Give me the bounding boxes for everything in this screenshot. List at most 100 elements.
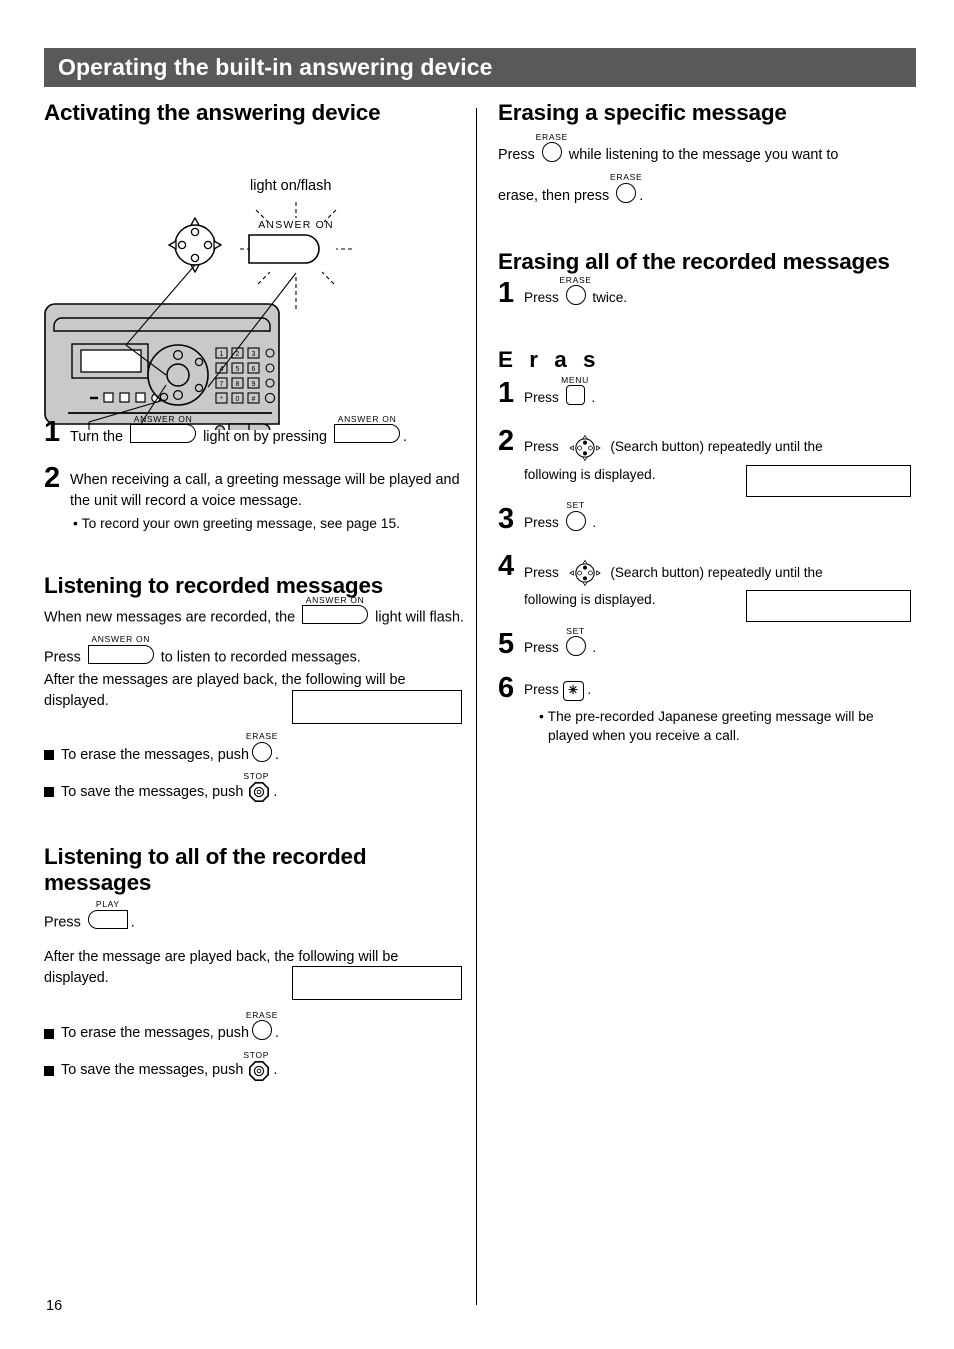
- press-label: Press: [524, 289, 559, 305]
- step-eras-4: 4 Press (Search button) repeatedly until…: [498, 552, 916, 610]
- listening-line2-before: Press: [44, 649, 81, 666]
- play-button-glyph[interactable]: PLAY: [87, 900, 128, 936]
- answer-on-caption-2: ANSWER ON: [337, 413, 397, 424]
- step-bullet: • To record your own greeting message, s…: [73, 515, 400, 531]
- page-title-bar: Operating the built-in answering device: [44, 48, 916, 87]
- set-caption: SET: [566, 500, 585, 511]
- svg-text:1: 1: [220, 351, 224, 358]
- svg-text:6: 6: [252, 366, 256, 373]
- listening-intro: When new messages are recorded, the ANSW…: [44, 595, 464, 631]
- erasing-specific-line1: Press ERASE while listening to the messa…: [498, 132, 916, 169]
- bullet-text: The pre-recorded Japanese greeting messa…: [547, 708, 874, 743]
- heading-erasing-specific-message: Erasing a specific message: [498, 100, 787, 125]
- step-text-after: (Search button) repeatedly until the: [610, 439, 823, 455]
- set-button-glyph[interactable]: SET: [565, 500, 586, 537]
- square-bullet-icon: [44, 787, 54, 798]
- line1-after: while listening to the message you want …: [568, 147, 839, 164]
- press-label: Press: [524, 640, 559, 656]
- search-button-icon[interactable]: [565, 433, 605, 463]
- step-text-line2: following is displayed.: [524, 466, 656, 482]
- set-circle: [565, 510, 586, 531]
- step-text: Press (Search button) repeatedly until t…: [524, 434, 916, 484]
- set-circle: [565, 635, 586, 656]
- answer-on-caption-2: ANSWER ON: [91, 634, 151, 645]
- step-text: Press MENU .: [524, 375, 595, 406]
- erase-circle: [565, 285, 586, 306]
- square-bullet-icon: [44, 750, 54, 761]
- step-text-line2: following is displayed.: [524, 592, 656, 608]
- heading-erasing-all-recorded-messages: Erasing all of the recorded messages: [498, 249, 890, 275]
- press-label: Press: [524, 564, 559, 580]
- bullet-text: To record your own greeting message, see…: [81, 515, 400, 531]
- answer-on-button-glyph-2[interactable]: ANSWER ON: [334, 414, 401, 450]
- search-button-icon[interactable]: [565, 558, 605, 588]
- erase-button-glyph[interactable]: ERASE: [536, 132, 567, 169]
- note-text: To erase the messages, push: [61, 746, 249, 763]
- answer-on-pill: [302, 605, 369, 625]
- listening-press: Press ANSWER ON to listen to recorded me…: [44, 635, 464, 671]
- page-number: 16: [46, 1298, 63, 1314]
- step-text: Press SET .: [524, 500, 597, 531]
- erase-circle: [251, 741, 272, 762]
- erase-caption: ERASE: [535, 131, 568, 142]
- step-number: 1: [498, 277, 515, 310]
- erase-button-glyph-2[interactable]: ERASE: [610, 172, 642, 210]
- answer-on-button-glyph[interactable]: ANSWER ON: [130, 414, 197, 450]
- step-erasing-all-1: 1 Press ERASE twice.: [498, 275, 916, 311]
- answer-on-pill-2: [87, 644, 154, 664]
- press-label: Press: [524, 439, 559, 455]
- svg-text:7: 7: [220, 381, 224, 388]
- svg-text:0: 0: [236, 396, 240, 403]
- step-text-after: .: [592, 515, 597, 531]
- step-eras-2: 2 Press (Search button) repeatedly until…: [498, 426, 916, 485]
- heading-activating-answering-device: Activating the answering device: [44, 100, 381, 125]
- erase-circle-2: [616, 182, 637, 203]
- listening-line1-after: light will flash.: [375, 609, 464, 626]
- answer-on-button-glyph-2[interactable]: ANSWER ON: [87, 635, 154, 671]
- star-key-glyph[interactable]: ✳: [562, 680, 584, 701]
- step-number: 1: [44, 416, 61, 449]
- answer-on-pill-2: [334, 424, 401, 444]
- svg-text:5: 5: [236, 366, 240, 373]
- step-text-before: Turn the: [70, 428, 124, 445]
- step-text-after: .: [587, 681, 592, 697]
- stop-button-glyph[interactable]: STOP: [243, 771, 270, 803]
- column-divider: [476, 108, 477, 1305]
- step-eras-3: 3 Press SET .: [498, 500, 916, 537]
- press-label: Press: [524, 389, 559, 405]
- heading-listening-to-all-recorded-messages: Listening to all of the recorded message…: [44, 843, 367, 895]
- step-text: Turn the ANSWER ON light on by pressing …: [70, 414, 407, 445]
- note-erase-messages-all: To erase the messages, push ERASE .: [44, 1010, 464, 1048]
- listening-line1-before: When new messages are recorded, the: [44, 609, 296, 626]
- menu-button-glyph[interactable]: MENU: [561, 375, 588, 411]
- press-label: Press: [44, 914, 81, 931]
- step-eras-1: 1 Press MENU .: [498, 375, 916, 411]
- step-number: 4: [498, 550, 515, 583]
- step-number: 2: [44, 461, 61, 494]
- step-eras-6: 6 Press ✳ . • The pre-recorded Japanese …: [498, 673, 916, 746]
- answer-on-caption: ANSWER ON: [133, 413, 193, 424]
- step-text-after: twice.: [592, 289, 628, 305]
- display-box-recorded-messages: [292, 689, 462, 724]
- stop-button-glyph[interactable]: STOP: [243, 1050, 270, 1082]
- step-text: Press ERASE twice.: [524, 275, 628, 306]
- step-text: When receiving a call, a greeting messag…: [70, 471, 460, 509]
- answer-on-button-glyph[interactable]: ANSWER ON: [302, 595, 369, 631]
- line2-after: .: [639, 187, 644, 204]
- step-number: 2: [498, 424, 515, 457]
- step-text-after: (Search button) repeatedly until the: [610, 564, 823, 580]
- erase-caption: ERASE: [245, 731, 279, 742]
- step-number: 6: [498, 671, 515, 704]
- answering-device-illustration: ANSWER ON 1 2 3 4 5 6 7 8 9 * 0 #: [44, 202, 352, 431]
- step-text: Press ✳ .: [524, 680, 592, 701]
- answer-on-pill: [130, 424, 197, 444]
- step-bullet: • The pre-recorded Japanese greeting mes…: [539, 708, 874, 743]
- step-text: Press (Search button) repeatedly until t…: [524, 560, 916, 610]
- note-save-messages: To save the messages, push STOP .: [44, 771, 464, 803]
- erase-button-glyph[interactable]: ERASE: [246, 1010, 277, 1048]
- erase-button-glyph[interactable]: ERASE: [559, 275, 591, 311]
- set-button-glyph[interactable]: SET: [565, 626, 586, 662]
- erase-button-glyph[interactable]: ERASE: [246, 731, 277, 770]
- svg-text:*: *: [220, 396, 223, 403]
- page-title: Operating the built-in answering device: [58, 54, 493, 80]
